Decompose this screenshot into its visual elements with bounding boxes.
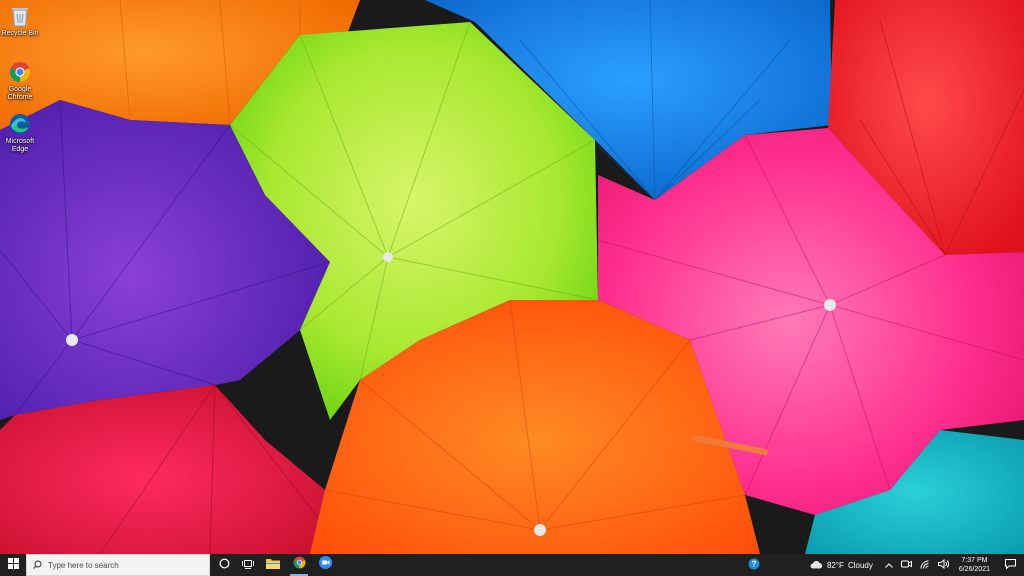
umbrellas-wallpaper-image	[0, 0, 1024, 554]
zoom-icon	[318, 556, 332, 574]
weather-temperature: 82°F	[826, 560, 844, 570]
chrome-icon	[293, 556, 306, 574]
notification-icon	[1004, 559, 1016, 571]
weather-condition: Cloudy	[847, 560, 873, 570]
tray-volume-button[interactable]	[934, 554, 953, 576]
chrome-icon	[8, 60, 32, 84]
clock-time: 7:37 PM	[961, 557, 988, 564]
desktop-icon-microsoft-edge[interactable]: Microsoft Edge	[0, 112, 40, 154]
task-view-icon	[242, 556, 254, 574]
meet-now-icon	[900, 559, 912, 571]
taskbar: Type here to search ? 82°F Cloudy 7:37 P…	[0, 554, 1024, 576]
crimson-umbrella	[0, 385, 325, 554]
cortana-circle-icon	[219, 556, 230, 574]
cloud-icon	[810, 560, 823, 571]
show-hidden-icons-button[interactable]	[881, 554, 897, 576]
tray-app-help[interactable]: ?	[744, 554, 764, 576]
desktop-icon-label: Google Chrome	[7, 86, 33, 101]
taskbar-app-zoom[interactable]	[312, 554, 338, 576]
folder-icon	[266, 556, 280, 574]
recycle-bin-icon	[8, 4, 32, 28]
desktop-icon-label: Microsoft Edge	[5, 138, 35, 153]
taskbar-app-file-explorer[interactable]	[260, 554, 286, 576]
action-center-button[interactable]	[996, 554, 1024, 576]
windows-logo-icon	[7, 556, 19, 574]
tray-meet-now-button[interactable]	[897, 554, 916, 576]
search-icon	[33, 556, 42, 574]
cortana-button[interactable]	[212, 554, 236, 576]
desktop-icon-google-chrome[interactable]: Google Chrome	[0, 60, 40, 102]
wifi-icon	[920, 560, 930, 571]
taskbar-search-box[interactable]: Type here to search	[26, 554, 210, 576]
chevron-up-icon	[884, 561, 893, 570]
search-placeholder: Type here to search	[48, 560, 119, 570]
help-shield-icon: ?	[748, 558, 760, 572]
desktop-icon-label: Recycle Bin	[1, 30, 39, 37]
weather-widget[interactable]: 82°F Cloudy	[798, 554, 881, 576]
speaker-icon	[937, 558, 949, 571]
desktop-icon-recycle-bin[interactable]: Recycle Bin	[0, 4, 40, 38]
tray-network-button[interactable]	[916, 554, 934, 576]
system-tray: ? 82°F Cloudy 7:37 PM 6/26/2021	[744, 554, 1024, 576]
desktop-wallpaper	[0, 0, 1024, 554]
clock-date: 6/26/2021	[958, 566, 990, 573]
task-view-button[interactable]	[236, 554, 260, 576]
taskbar-app-google-chrome[interactable]	[286, 554, 312, 576]
taskbar-clock[interactable]: 7:37 PM 6/26/2021	[953, 554, 996, 576]
edge-icon	[8, 112, 32, 136]
start-button[interactable]	[0, 554, 26, 576]
svg-text:?: ?	[752, 560, 757, 569]
